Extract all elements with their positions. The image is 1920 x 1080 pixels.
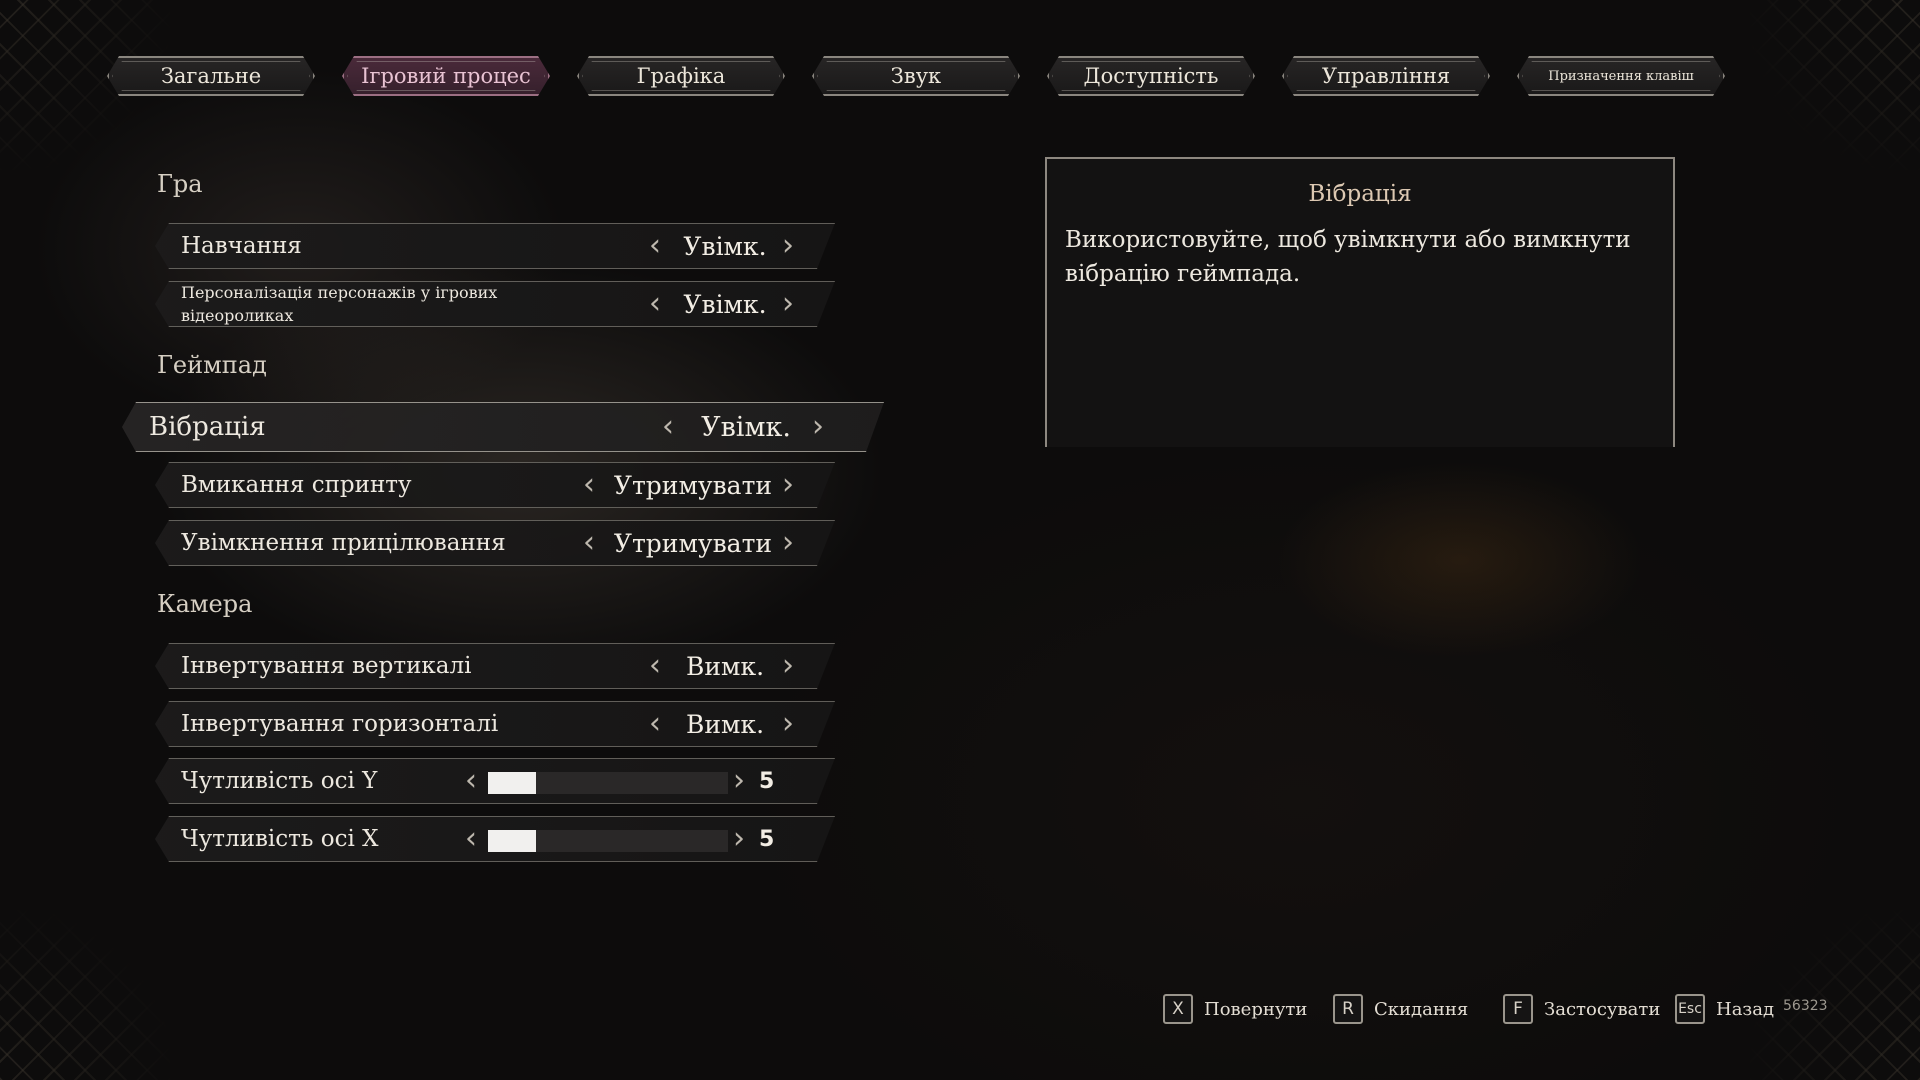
settings-screen: Загальне Ігровий процес Графіка Звук Дос… (0, 0, 1920, 1080)
key-x-icon: X (1163, 994, 1193, 1024)
setting-value: Увімк. (683, 231, 767, 261)
chevron-left-icon[interactable]: ‹ (662, 412, 674, 442)
hint-label: Повернути (1204, 998, 1308, 1020)
chevron-left-icon[interactable]: ‹ (649, 289, 661, 319)
setting-row-tutorial[interactable]: Навчання ‹ Увімк. › (155, 223, 835, 269)
setting-row-aim-toggle[interactable]: Увімкнення прицілювання ‹ Утримувати › (155, 520, 835, 566)
chevron-left-icon[interactable]: ‹ (465, 824, 477, 854)
setting-label: Інвертування вертикалі (181, 653, 472, 679)
sensitivity-y-slider[interactable] (488, 772, 728, 794)
setting-value: Вимк. (685, 651, 765, 681)
tab-gameplay[interactable]: Ігровий процес (342, 56, 550, 96)
section-title-game: Гра (157, 170, 203, 198)
sensitivity-x-slider[interactable] (488, 830, 728, 852)
chevron-left-icon[interactable]: ‹ (583, 470, 595, 500)
hint-label: Назад (1716, 998, 1775, 1020)
hint-label: Скидання (1374, 998, 1469, 1020)
chevron-left-icon[interactable]: ‹ (465, 766, 477, 796)
chevron-right-icon[interactable]: › (733, 824, 745, 854)
tab-accessibility[interactable]: Доступність (1047, 56, 1255, 96)
hint-label: Застосувати (1544, 998, 1661, 1020)
corner-ornament (0, 910, 170, 1080)
description-panel: Вібрація Використовуйте, щоб увімкнути а… (1045, 157, 1675, 447)
corner-ornament (1750, 910, 1920, 1080)
setting-label: Чутливість осі Y (181, 768, 378, 794)
revert-button[interactable]: X Повернути (1163, 992, 1307, 1026)
chevron-right-icon[interactable]: › (782, 289, 794, 319)
tab-controls[interactable]: Управління (1282, 56, 1490, 96)
section-title-camera: Камера (157, 590, 253, 618)
chevron-right-icon[interactable]: › (782, 709, 794, 739)
chevron-right-icon[interactable]: › (782, 470, 794, 500)
description-text: Використовуйте, щоб увімкнути або вимкну… (1065, 227, 1631, 287)
setting-label: Чутливість осі X (181, 826, 379, 852)
setting-label: Вмикання спринту (181, 472, 412, 498)
setting-value: Утримувати (613, 528, 773, 558)
setting-value: Утримувати (613, 470, 773, 500)
slider-value: 5 (759, 826, 775, 852)
setting-row-sensitivity-x[interactable]: Чутливість осі X ‹ › 5 (155, 816, 835, 862)
setting-value: Увімк. (683, 289, 767, 319)
chevron-left-icon[interactable]: ‹ (649, 651, 661, 681)
key-esc-icon: Esc (1675, 994, 1705, 1024)
setting-value: Вимк. (685, 709, 765, 739)
chevron-left-icon[interactable]: ‹ (649, 231, 661, 261)
setting-row-sensitivity-y[interactable]: Чутливість осі Y ‹ › 5 (155, 758, 835, 804)
tab-keybindings[interactable]: Призначення клавіш (1517, 56, 1725, 96)
tab-sound[interactable]: Звук (812, 56, 1020, 96)
chevron-right-icon[interactable]: › (782, 231, 794, 261)
reset-button[interactable]: R Скидання (1333, 992, 1468, 1026)
key-r-icon: R (1333, 994, 1363, 1024)
apply-button[interactable]: F Застосувати (1503, 992, 1660, 1026)
chevron-right-icon[interactable]: › (782, 528, 794, 558)
chevron-left-icon[interactable]: ‹ (583, 528, 595, 558)
chevron-right-icon[interactable]: › (812, 412, 824, 442)
setting-row-invert-vertical[interactable]: Інвертування вертикалі ‹ Вимк. › (155, 643, 835, 689)
key-f-icon: F (1503, 994, 1533, 1024)
build-version: 56323 (1783, 998, 1828, 1014)
section-title-gamepad: Геймпад (157, 351, 267, 379)
setting-row-vibration[interactable]: Вібрація ‹ Увімк. › (122, 402, 884, 452)
chevron-left-icon[interactable]: ‹ (649, 709, 661, 739)
setting-label: Увімкнення прицілювання (181, 530, 506, 556)
slider-fill (488, 772, 536, 794)
setting-label: Вібрація (149, 412, 266, 442)
setting-row-sprint-toggle[interactable]: Вмикання спринту ‹ Утримувати › (155, 462, 835, 508)
setting-label: Персоналізація персонажів у ігрових віде… (181, 283, 498, 325)
settings-tabs: Загальне Ігровий процес Графіка Звук Дос… (107, 56, 1727, 100)
slider-value: 5 (759, 768, 775, 794)
slider-fill (488, 830, 536, 852)
tab-general[interactable]: Загальне (107, 56, 315, 96)
back-button[interactable]: Esc Назад (1675, 992, 1774, 1026)
description-title: Вібрація (1308, 181, 1412, 207)
setting-row-character-personalization[interactable]: Персоналізація персонажів у ігрових віде… (155, 281, 835, 327)
tab-graphics[interactable]: Графіка (577, 56, 785, 96)
setting-label: Інвертування горизонталі (181, 711, 499, 737)
chevron-right-icon[interactable]: › (782, 651, 794, 681)
corner-ornament (1750, 0, 1920, 170)
setting-value: Увімк. (701, 411, 791, 443)
setting-label: Навчання (181, 233, 302, 259)
setting-row-invert-horizontal[interactable]: Інвертування горизонталі ‹ Вимк. › (155, 701, 835, 747)
chevron-right-icon[interactable]: › (733, 766, 745, 796)
